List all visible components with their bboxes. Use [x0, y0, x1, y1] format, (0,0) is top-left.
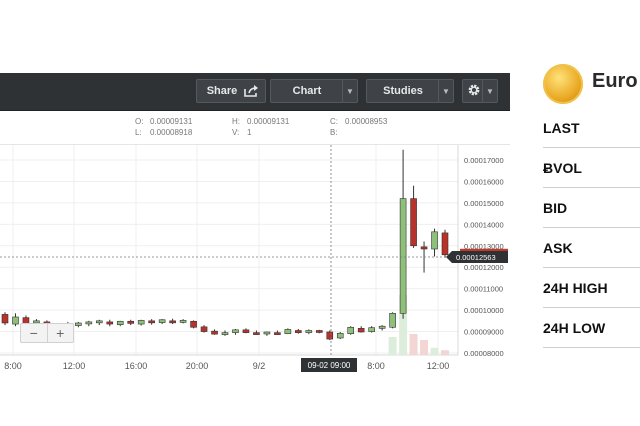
candle-body	[431, 231, 438, 250]
candle-body	[179, 320, 187, 323]
candle-body	[75, 322, 82, 326]
y-tick-label: 0.00016000	[464, 177, 504, 186]
x-tick-label: 9/2	[253, 361, 266, 371]
stat-volume: ɃVOL	[543, 148, 640, 188]
stat-ask: ASK	[543, 228, 640, 268]
crosshair-time-label: 09-02 09:00	[308, 361, 351, 370]
x-tick-label: 12:00	[427, 361, 450, 371]
coin-logo	[543, 64, 583, 104]
candle-body	[106, 321, 114, 325]
low-value: 0.00008918	[150, 128, 193, 137]
candle-body	[326, 331, 334, 340]
chevron-down-icon: ▼	[438, 80, 453, 102]
share-label: Share	[206, 85, 238, 97]
candle-body	[263, 331, 271, 335]
candle-body	[190, 320, 197, 328]
x-tick-label: 8:00	[367, 361, 385, 371]
candlestick-chart[interactable]: 0.00017000 0.00016000 0.00015000 0.00014000…	[0, 145, 510, 376]
chart-type-label: Chart	[292, 85, 322, 97]
volume-bar	[441, 350, 449, 355]
candle-body	[347, 326, 355, 334]
candle-body	[315, 330, 323, 333]
studies-label: Studies	[383, 85, 423, 97]
candle-body	[368, 327, 375, 332]
volume-bar	[420, 340, 429, 355]
y-tick-label: 0.00017000	[464, 156, 504, 165]
candle-body	[295, 330, 302, 333]
share-icon	[243, 84, 259, 101]
share-button[interactable]: Share	[196, 79, 266, 103]
high-value: 0.00009131	[247, 117, 290, 126]
y-tick-label: 0.00008000	[464, 349, 504, 358]
candle-body	[441, 232, 449, 256]
zoom-controls: − +	[20, 323, 74, 343]
volume-bar	[388, 337, 397, 355]
candle-body	[137, 320, 145, 325]
candle-body	[274, 332, 281, 335]
candle-body	[336, 332, 344, 339]
chevron-down-icon: ▼	[342, 80, 357, 102]
candle-body	[253, 332, 260, 335]
coin-title: Euro	[592, 70, 638, 92]
candle-body	[242, 329, 250, 333]
y-tick-label: 0.00010000	[464, 306, 504, 315]
candle-body	[284, 329, 292, 335]
candle-body	[211, 330, 218, 335]
open-label: O:	[135, 117, 144, 126]
chart-type-dropdown[interactable]: Chart ▼	[270, 79, 358, 103]
candle-body	[221, 332, 229, 335]
stat-last: LAST	[543, 108, 640, 148]
candle-body	[95, 320, 103, 324]
candle-body	[148, 320, 155, 324]
gear-icon	[467, 83, 481, 100]
candle-body	[1, 314, 9, 324]
zoom-in-button[interactable]: +	[46, 324, 74, 342]
x-tick-label: 16:00	[125, 361, 148, 371]
candle-body	[12, 316, 19, 325]
candle-body	[127, 320, 135, 324]
chevron-down-icon: ▼	[482, 80, 497, 102]
candle-body	[410, 198, 417, 247]
candle-body	[305, 330, 313, 333]
chart-toolbar: Share Chart ▼ Studies ▼ ▼	[0, 73, 510, 111]
base-label: B:	[330, 128, 338, 137]
volume-bar	[430, 347, 439, 355]
candle-body	[169, 320, 176, 324]
studies-dropdown[interactable]: Studies ▼	[366, 79, 454, 103]
y-tick-label: 0.00011000	[464, 285, 503, 294]
close-value: 0.00008953	[345, 117, 388, 126]
candle-body	[378, 325, 386, 329]
candle-body	[420, 246, 428, 250]
x-tick-label: 12:00	[63, 361, 86, 371]
y-tick-label: 0.00012000	[464, 263, 504, 272]
x-tick-label: 20:00	[186, 361, 209, 371]
close-label: C:	[330, 117, 338, 126]
candle-body	[357, 328, 365, 333]
volume-bar	[409, 334, 418, 355]
zoom-out-button[interactable]: −	[21, 324, 47, 342]
y-tick-label: 0.00014000	[464, 220, 504, 229]
candle-body	[85, 321, 93, 325]
x-tick-label: 8:00	[4, 361, 22, 371]
high-label: H:	[232, 117, 240, 126]
crosshair-price-label: 0.00012563	[456, 253, 496, 262]
volume-label: V:	[232, 128, 240, 137]
volume-value: 1	[247, 128, 252, 137]
y-tick-label: 0.00015000	[464, 199, 504, 208]
stat-24h-low: 24H LOW	[543, 308, 640, 348]
stat-24h-high: 24H HIGH	[543, 268, 640, 308]
settings-dropdown[interactable]: ▼	[462, 79, 498, 103]
low-label: L:	[135, 128, 142, 137]
open-value: 0.00009131	[150, 117, 193, 126]
candle-body	[200, 326, 208, 332]
candle-body	[116, 320, 124, 325]
candle-body	[399, 198, 407, 314]
y-tick-label: 0.00009000	[464, 328, 504, 337]
stat-bid: BID	[543, 188, 640, 228]
candle-body	[232, 329, 239, 333]
ohlc-readout: O: 0.00009131 H: 0.00009131 C: 0.0000895…	[0, 111, 510, 145]
candle-body	[158, 319, 166, 323]
candle-body	[389, 313, 396, 328]
